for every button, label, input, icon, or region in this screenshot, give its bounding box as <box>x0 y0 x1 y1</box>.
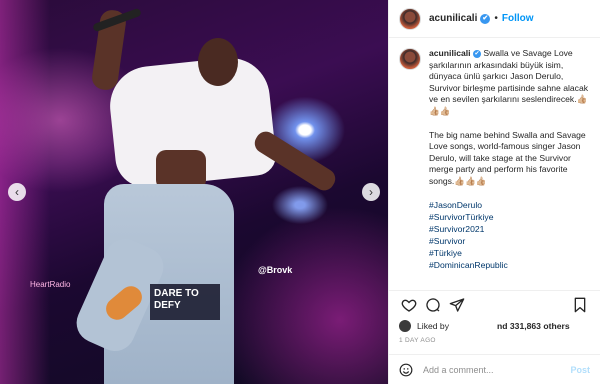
comment-button[interactable] <box>421 293 445 317</box>
next-image-button[interactable]: › <box>362 183 380 201</box>
performer-head <box>198 38 238 86</box>
send-icon <box>449 297 465 312</box>
hashtag-link[interactable]: #Survivor2021 <box>429 223 594 235</box>
save-button[interactable] <box>568 293 592 317</box>
username-link[interactable]: acunilicali <box>429 13 477 24</box>
liker-avatar[interactable] <box>399 320 411 332</box>
post-image[interactable]: DARE TO DEFY @Brovk HeartRadio <box>0 0 388 384</box>
like-button[interactable] <box>397 293 421 317</box>
hashtag-link[interactable]: #SurvivorTürkiye <box>429 211 594 223</box>
bookmark-icon <box>574 297 586 312</box>
caption-username[interactable]: acunilicali <box>429 48 471 58</box>
stage-handle-text: @Brovk <box>258 265 293 275</box>
stage-sign: DARE TO DEFY <box>150 284 220 320</box>
verified-badge-icon: ✔ <box>480 13 491 24</box>
comment-icon <box>426 297 440 312</box>
stage-logo-text: HeartRadio <box>30 280 71 289</box>
caption-text-tr: Swalla ve Savage Love şarkılarının arkas… <box>429 48 589 116</box>
caption-text-en: The big name behind Swalla and Savage Lo… <box>429 129 586 186</box>
post-comment-button[interactable]: Post <box>570 365 590 375</box>
comment-input[interactable] <box>423 364 571 375</box>
like-count-link[interactable]: nd 331,863 others <box>497 321 570 331</box>
hashtag-link[interactable]: #DominicanRepublic <box>429 259 594 271</box>
post-timestamp[interactable]: 1 DAY AGO <box>399 337 436 344</box>
avatar[interactable] <box>399 7 421 30</box>
likes-summary: Liked by nd 331,863 others <box>399 320 570 332</box>
separator: • <box>494 13 498 24</box>
hashtag-link[interactable]: #Türkiye <box>429 247 594 259</box>
verified-badge-icon: ✔ <box>472 49 481 58</box>
post-header: acunilicali ✔ • Follow <box>389 0 600 38</box>
hashtag-link[interactable]: #Survivor <box>429 235 594 247</box>
hashtag-list: #JasonDerulo #SurvivorTürkiye #Survivor2… <box>429 199 594 271</box>
heart-icon <box>401 299 417 312</box>
emoji-icon[interactable] <box>399 363 413 377</box>
post-sidebar: acunilicali ✔ • Follow acunilicali ✔ Swa… <box>388 0 600 384</box>
caption: acunilicali ✔ Swalla ve Savage Love şark… <box>399 48 594 274</box>
previous-image-button[interactable]: ‹ <box>8 183 26 201</box>
comment-bar: Post <box>389 354 600 384</box>
caption-body: acunilicali ✔ Swalla ve Savage Love şark… <box>429 48 594 271</box>
follow-button[interactable]: Follow <box>502 13 534 24</box>
hashtag-link[interactable]: #JasonDerulo <box>429 199 594 211</box>
action-bar <box>389 290 600 318</box>
caption-avatar[interactable] <box>399 48 421 70</box>
liked-by-label: Liked by <box>417 321 450 331</box>
share-button[interactable] <box>445 293 469 317</box>
